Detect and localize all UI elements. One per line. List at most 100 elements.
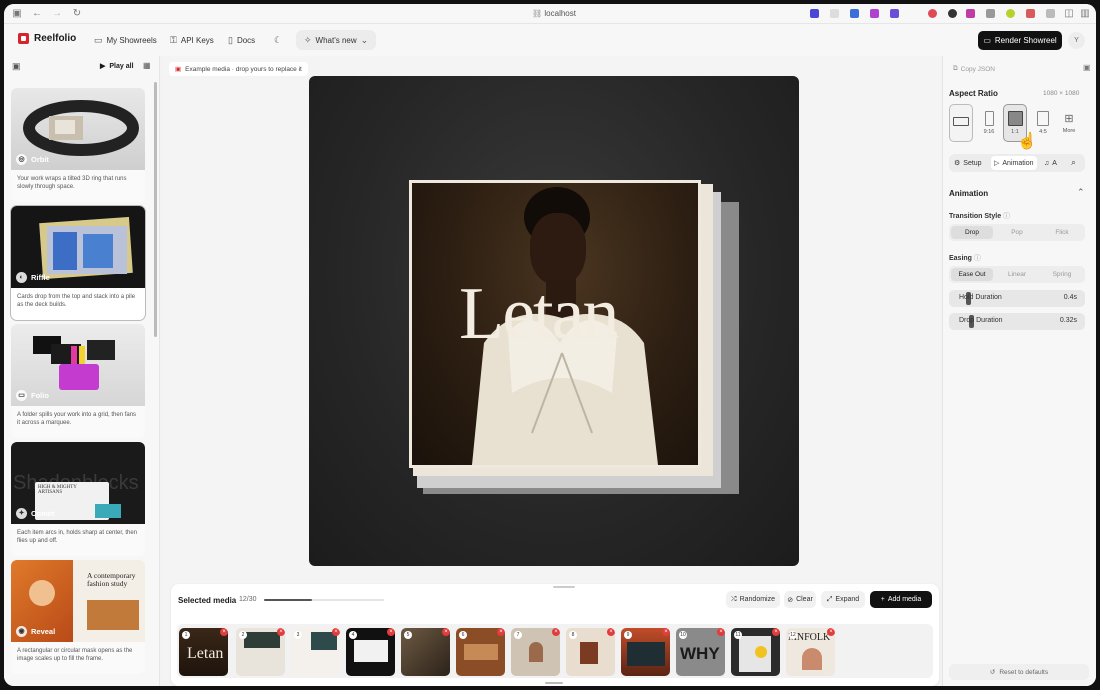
- remove-media-icon[interactable]: ×: [277, 628, 285, 636]
- info-icon[interactable]: ⓘ: [1003, 213, 1010, 220]
- media-thumbnail[interactable]: MNFOLK 12 ×: [786, 628, 835, 676]
- address-bar[interactable]: ⛓ localhost: [504, 8, 604, 20]
- extension-icon[interactable]: [870, 9, 879, 18]
- randomize-button[interactable]: ⤮ Randomize: [726, 591, 780, 608]
- split-view-icon[interactable]: ◫: [1062, 7, 1076, 21]
- copy-json-button[interactable]: ⧉ Copy JSON: [949, 63, 999, 75]
- tab-setup[interactable]: ⚙ Setup: [951, 156, 985, 170]
- window-toggle-icon[interactable]: ▥: [1078, 7, 1092, 21]
- media-thumbnail[interactable]: WHY 10 ×: [676, 628, 725, 676]
- sidebar-scrollbar[interactable]: [154, 82, 157, 337]
- add-media-button[interactable]: + Add media: [870, 591, 932, 608]
- extension-icon[interactable]: [966, 9, 975, 18]
- play-all-button[interactable]: ▶ Play all: [100, 62, 134, 71]
- portrait-ratio-icon: [984, 111, 994, 126]
- tab-animation[interactable]: ▷ Animation: [991, 156, 1037, 170]
- app-logo[interactable]: Reelfolio: [18, 33, 76, 44]
- media-thumbnail[interactable]: 11 ×: [731, 628, 780, 676]
- remove-media-icon[interactable]: ×: [442, 628, 450, 636]
- preset-card-orbit[interactable]: ◎ Orbit Your work wraps a tilted 3D ring…: [11, 88, 145, 202]
- info-icon[interactable]: ⓘ: [974, 255, 981, 262]
- nav-api-keys[interactable]: ⚿ API Keys: [166, 32, 218, 48]
- back-icon[interactable]: ←: [30, 7, 44, 21]
- music-icon: ♫: [1044, 159, 1050, 167]
- media-thumbnail[interactable]: 6 ×: [456, 628, 505, 676]
- extension-icon[interactable]: [890, 9, 899, 18]
- remove-media-icon[interactable]: ×: [387, 628, 395, 636]
- extension-icon[interactable]: [928, 9, 937, 18]
- sidebar-toggle-icon[interactable]: ▣: [10, 7, 24, 21]
- avatar[interactable]: Y: [1068, 32, 1085, 49]
- remove-media-icon[interactable]: ×: [662, 628, 670, 636]
- remove-media-icon[interactable]: ×: [220, 628, 228, 636]
- theme-toggle[interactable]: ☾: [270, 32, 286, 48]
- book-icon: ▯: [228, 34, 233, 45]
- media-thumbnail[interactable]: 2 ×: [236, 628, 285, 676]
- easing-spring[interactable]: Spring: [1041, 268, 1083, 281]
- preset-card-comet[interactable]: Shadenblocks HIGH & MIGHTY ARTISANS ✦ Co…: [11, 442, 145, 556]
- hold-duration-slider[interactable]: Hold Duration 0.4s: [949, 290, 1085, 307]
- remove-media-icon[interactable]: ×: [552, 628, 560, 636]
- remove-media-icon[interactable]: ×: [717, 628, 725, 636]
- preset-badge: ◉ Reveal: [16, 626, 55, 637]
- tray-resize-handle[interactable]: [553, 586, 575, 588]
- transition-style-text: Transition Style: [949, 213, 1002, 220]
- render-showreel-button[interactable]: ▭ Render Showreel: [978, 31, 1062, 50]
- extension-icon[interactable]: [830, 9, 839, 18]
- preset-card-reveal[interactable]: A contemporary fashion study ◉ Reveal A …: [11, 560, 145, 674]
- clear-button[interactable]: ⊘ Clear: [784, 591, 816, 608]
- ratio-label: More: [1062, 128, 1076, 134]
- preview-stage[interactable]: Letan: [309, 76, 799, 566]
- media-thumbnail[interactable]: 4 ×: [346, 628, 395, 676]
- reset-defaults-button[interactable]: ↺ Reset to defaults: [949, 664, 1089, 680]
- extension-icon[interactable]: [810, 9, 819, 18]
- ratio-16-9-button[interactable]: [949, 104, 973, 142]
- remove-media-icon[interactable]: ×: [497, 628, 505, 636]
- canvas-bottom-handle[interactable]: [545, 682, 563, 684]
- transition-flick[interactable]: Flick: [1041, 226, 1083, 239]
- extension-icon[interactable]: [986, 9, 995, 18]
- animation-section-title: Animation: [949, 189, 989, 198]
- media-thumbnail[interactable]: 7 ×: [511, 628, 560, 676]
- expand-icon: ⤢: [826, 595, 833, 603]
- extension-icon[interactable]: [948, 9, 957, 18]
- remove-media-icon[interactable]: ×: [827, 628, 835, 636]
- easing-linear[interactable]: Linear: [996, 268, 1038, 281]
- remove-media-icon[interactable]: ×: [607, 628, 615, 636]
- media-thumbnail[interactable]: 5 ×: [401, 628, 450, 676]
- media-thumbnail[interactable]: 9 ×: [621, 628, 670, 676]
- grid-view-icon[interactable]: ▦: [143, 61, 151, 70]
- extensions-menu-icon[interactable]: [1046, 9, 1055, 18]
- reload-icon[interactable]: ↻: [70, 7, 84, 21]
- nav-docs[interactable]: ▯ Docs: [224, 32, 259, 48]
- transition-pop[interactable]: Pop: [996, 226, 1038, 239]
- extension-icon[interactable]: [1026, 9, 1035, 18]
- preset-card-folio[interactable]: ▭ Folio A folder spills your work into a…: [11, 324, 145, 438]
- transition-style-label: Transition Style ⓘ: [949, 211, 1010, 221]
- preset-card-riffle[interactable]: ◐ Riffle Cards drop from the top and sta…: [10, 205, 146, 321]
- whats-new-button[interactable]: ✧ What's new ⌄: [296, 30, 376, 50]
- drop-duration-slider[interactable]: Drop Duration 0.32s: [949, 313, 1085, 330]
- forward-icon[interactable]: →: [50, 7, 64, 21]
- more-ratios-button[interactable]: ⊞ More: [1057, 104, 1081, 142]
- tab-audio[interactable]: ♫ A: [1041, 156, 1060, 170]
- remove-media-icon[interactable]: ×: [332, 628, 340, 636]
- extension-icon[interactable]: [1006, 9, 1015, 18]
- remove-media-icon[interactable]: ×: [772, 628, 780, 636]
- nav-my-showreels[interactable]: ▭ My Showreels: [90, 32, 161, 48]
- media-thumbnail[interactable]: 8 ×: [566, 628, 615, 676]
- chevron-up-icon[interactable]: ⌃: [1077, 187, 1085, 198]
- easing-ease-out[interactable]: Ease Out: [951, 268, 993, 281]
- collapse-sidebar-icon[interactable]: ▣: [12, 61, 21, 72]
- extension-icon[interactable]: [850, 9, 859, 18]
- reveal-face: [29, 580, 55, 606]
- panel-toggle-icon[interactable]: ▣: [1083, 63, 1091, 72]
- media-thumbnail[interactable]: 3 ×: [291, 628, 340, 676]
- transition-drop[interactable]: Drop: [951, 226, 993, 239]
- slider-label: Hold Duration: [959, 294, 1002, 301]
- expand-button[interactable]: ⤢ Expand: [821, 591, 865, 608]
- media-thumbnail[interactable]: Letan 1 ×: [179, 628, 228, 676]
- search-icon[interactable]: ⌕: [1071, 157, 1076, 168]
- media-index: 7: [514, 631, 522, 639]
- ratio-9-16-button[interactable]: 9:16: [977, 104, 1001, 142]
